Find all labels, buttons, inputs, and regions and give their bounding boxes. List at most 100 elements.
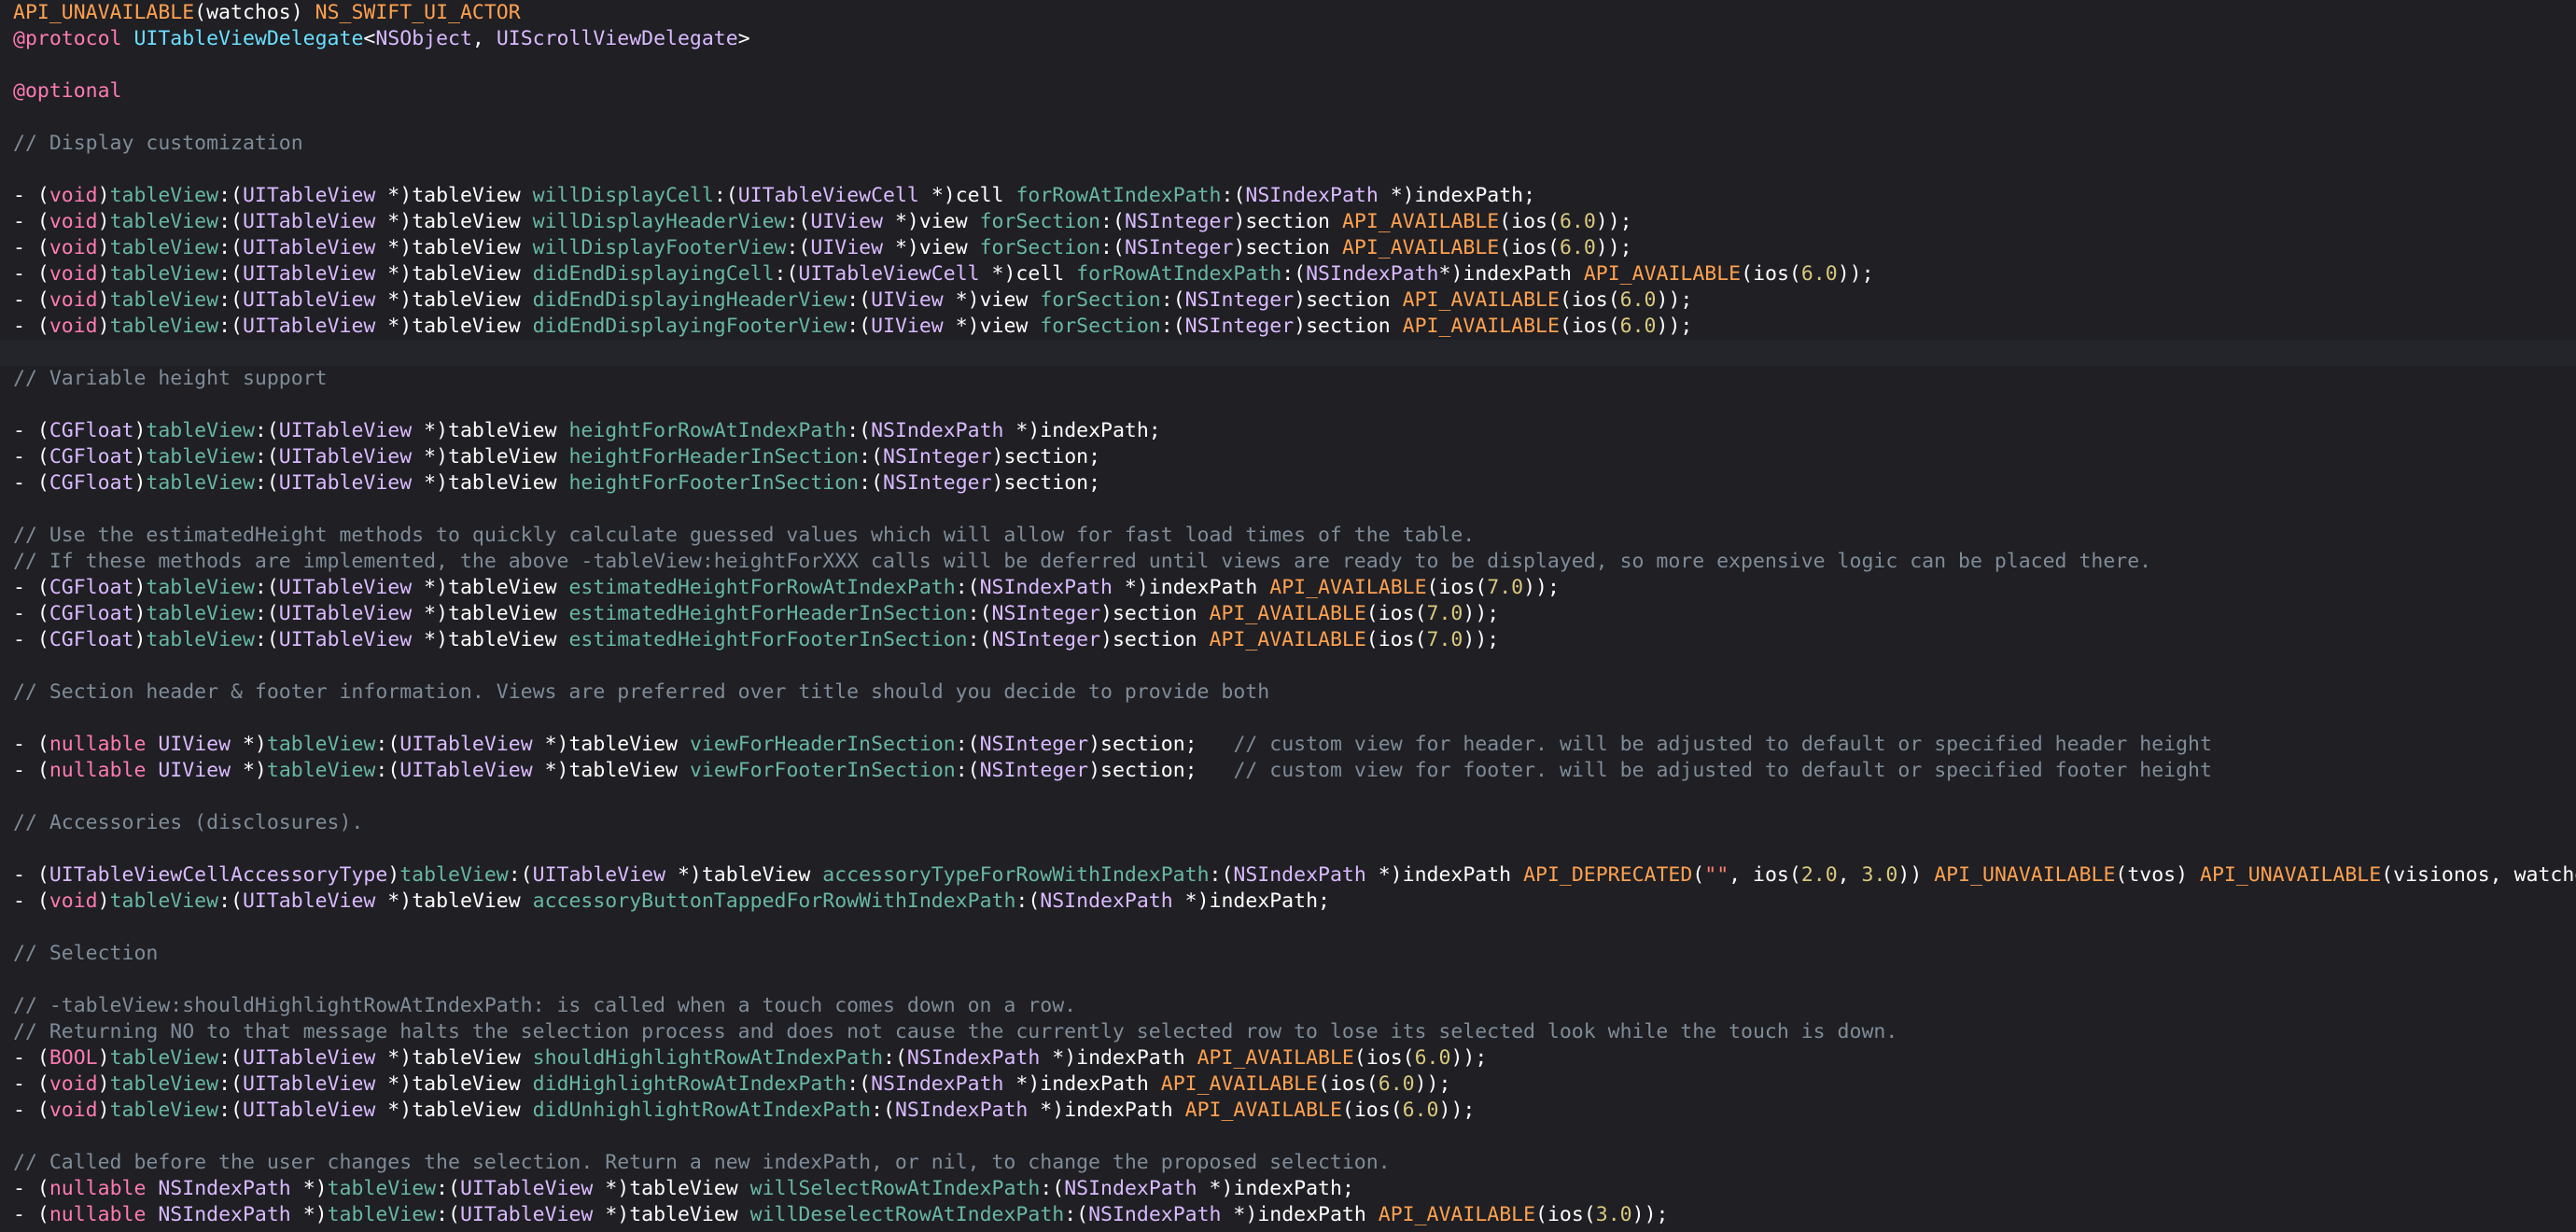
code-token-method: tableView [109,184,219,207]
code-token-plain: - ( [13,1203,49,1226]
code-token-plain: *)tableView [532,733,690,756]
code-line[interactable] [0,1124,2576,1150]
code-line[interactable] [0,105,2576,131]
code-token-macro: API_AVAILABLE [1341,210,1500,233]
code-token-macro: API_AVAILABLE [1341,236,1500,259]
code-token-method: heightForHeaderInSection [568,445,860,469]
code-token-plain: )) [1897,863,1935,887]
code-line[interactable]: // -tableView:shouldHighlightRowAtIndexP… [0,993,2576,1019]
code-line[interactable]: - (void)tableView:(UITableView *)tableVi… [0,287,2576,314]
code-line[interactable]: - (BOOL)tableView:(UITableView *)tableVi… [0,1045,2576,1071]
code-line[interactable]: - (CGFloat)tableView:(UITableView *)tabl… [0,601,2576,627]
code-line[interactable]: - (void)tableView:(UITableView *)tableVi… [0,235,2576,261]
code-token-plain: - ( [13,236,49,259]
code-line[interactable]: @protocol UITableViewDelegate<NSObject, … [0,26,2576,52]
code-line[interactable]: @optional [0,78,2576,105]
code-token-plain: *)tableView [375,1072,533,1096]
code-line[interactable]: // Section header & footer information. … [0,679,2576,706]
code-line[interactable] [0,706,2576,732]
code-line[interactable]: // Called before the user changes the se… [0,1150,2576,1176]
code-line[interactable]: // Variable height support [0,366,2576,392]
code-line[interactable]: - (void)tableView:(UITableView *)tableVi… [0,183,2576,209]
code-token-plain: :( [1209,863,1234,887]
code-token-plain: *)tableView [375,288,533,312]
code-token-plain: ) [97,236,110,259]
code-editor[interactable]: API_UNAVAILABLE(watchos) NS_SWIFT_UI_ACT… [0,0,2576,1232]
code-line[interactable] [0,340,2576,366]
code-line[interactable] [0,784,2576,810]
code-token-plain: :( [1040,1177,1065,1200]
code-token-type: NSInteger [883,471,992,495]
code-token-plain: *) [231,733,267,756]
code-token-plain: ( [1692,863,1705,887]
code-token-method: tableView [109,262,219,286]
code-line[interactable] [0,392,2576,418]
code-token-plain: )); [1595,210,1632,233]
code-line[interactable]: - (void)tableView:(UITableView *)tableVi… [0,314,2576,340]
code-line[interactable] [0,836,2576,862]
code-token-plain: )); [1631,1203,1669,1226]
code-line[interactable]: - (CGFloat)tableView:(UITableView *)tabl… [0,575,2576,601]
code-token-plain: - ( [13,288,49,312]
code-token-plain: - ( [13,1072,49,1096]
code-line[interactable]: - (CGFloat)tableView:(UITableView *)tabl… [0,444,2576,470]
code-token-plain: )); [1656,288,1693,312]
code-token-type: NSIndexPath [1245,184,1379,207]
code-token-protocol: UITableViewDelegate [133,27,364,50]
code-line[interactable]: API_UNAVAILABLE(watchos) NS_SWIFT_UI_ACT… [0,0,2576,26]
code-token-type: UITableView [242,210,376,233]
code-line[interactable]: - (nullable UIView *)tableView:(UITableV… [0,758,2576,784]
code-token-plain: (ios( [1741,262,1801,286]
code-token-method: forRowAtIndexPath [1015,184,1222,207]
code-token-plain: *)tableView [412,445,569,469]
code-line[interactable]: - (nullable NSIndexPath *)tableView:(UIT… [0,1202,2576,1228]
code-line[interactable] [0,653,2576,679]
code-token-plain: ) [133,576,147,599]
code-line[interactable]: // Accessories (disclosures). [0,810,2576,836]
code-line[interactable]: - (void)tableView:(UITableView *)tableVi… [0,1071,2576,1098]
code-token-keyword: nullable [49,1203,147,1226]
code-line[interactable]: - (nullable NSIndexPath *)tableView:(UIT… [0,1176,2576,1202]
code-line[interactable]: - (void)tableView:(UITableView *)tableVi… [0,889,2576,915]
code-line[interactable]: - (void)tableView:(UITableView *)tableVi… [0,209,2576,235]
code-token-plain: *)tableView [412,471,569,495]
code-line[interactable]: - (void)tableView:(UITableView *)tableVi… [0,1098,2576,1124]
code-token-method: tableView [146,602,255,625]
code-token-type: UIView [158,759,231,782]
code-line[interactable]: - (nullable UIView *)tableView:(UITableV… [0,732,2576,758]
code-line[interactable] [0,52,2576,78]
code-token-keyword: nullable [49,759,147,782]
code-token-macro: API_AVAILABLE [1402,288,1560,312]
code-line[interactable]: - (UITableViewCellAccessoryType)tableVie… [0,862,2576,889]
code-line[interactable] [0,915,2576,941]
code-line[interactable]: // Display customization [0,131,2576,157]
code-line[interactable]: // Selection [0,941,2576,967]
code-token-method: estimatedHeightForHeaderInSection [568,602,968,625]
code-line[interactable]: - (void)tableView:(UITableView *)tableVi… [0,261,2576,287]
code-token-plain: *)cell [979,262,1077,286]
code-token-plain: *)view [943,315,1041,338]
code-token-keyword: void [49,1099,98,1122]
code-line[interactable] [0,967,2576,993]
code-token-plain: :( [1281,262,1307,286]
code-token-type: UITableView [242,889,376,913]
code-token-plain: :( [786,236,811,259]
code-line[interactable]: - (CGFloat)tableView:(UITableView *)tabl… [0,627,2576,653]
code-line[interactable]: - (CGFloat)tableView:(UITableView *)tabl… [0,470,2576,497]
code-token-plain: - ( [13,576,49,599]
code-line[interactable]: - (CGFloat)tableView:(UITableView *)tabl… [0,418,2576,444]
code-token-plain: *)indexPath [1003,1072,1161,1096]
code-line[interactable] [0,157,2576,183]
code-line[interactable] [0,497,2576,523]
code-line[interactable]: // Returning NO to that message halts th… [0,1019,2576,1045]
code-line[interactable]: // Use the estimatedHeight methods to qu… [0,523,2576,549]
code-token-type: UITableViewCell [798,262,980,286]
code-token-type: CGFloat [49,576,134,599]
code-token-method: tableView [266,733,376,756]
code-token-comment: // custom view for header. will be adjus… [1233,733,2212,756]
code-token-plain: - ( [13,889,49,913]
code-token-type: NSIndexPath [158,1203,291,1226]
code-line[interactable]: // If these methods are implemented, the… [0,549,2576,575]
code-token-macro: API_AVAILABLE [1184,1099,1342,1122]
